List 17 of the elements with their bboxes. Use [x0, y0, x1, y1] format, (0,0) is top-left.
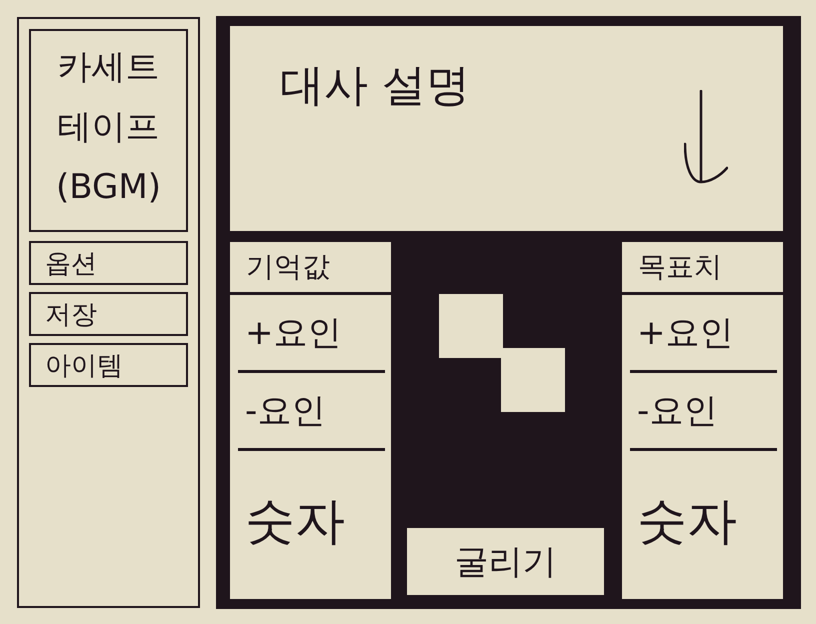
factor-label: -요인	[245, 390, 326, 432]
dialogue-text: 대사 설명	[280, 60, 470, 113]
factor-label: -요인	[637, 390, 718, 432]
factor-label: +요인	[245, 312, 342, 354]
factor-label: +요인	[637, 312, 734, 354]
square-tile	[501, 348, 565, 412]
square-tile	[439, 294, 503, 358]
roll-button[interactable]: 굴리기	[407, 528, 604, 595]
down-arrow-icon	[684, 90, 728, 184]
menu-button[interactable]: 아이템	[29, 343, 188, 387]
menu-button[interactable]: 저장	[29, 292, 188, 336]
number-label: 숫자	[245, 490, 345, 552]
number-label: 숫자	[637, 490, 737, 552]
column-header: 목표치	[622, 242, 783, 292]
menu-button[interactable]: 옵션	[29, 241, 188, 285]
cassette-tape-panel: 카세트 테이프 (BGM)	[29, 29, 188, 232]
column-header: 기억값	[230, 242, 391, 292]
